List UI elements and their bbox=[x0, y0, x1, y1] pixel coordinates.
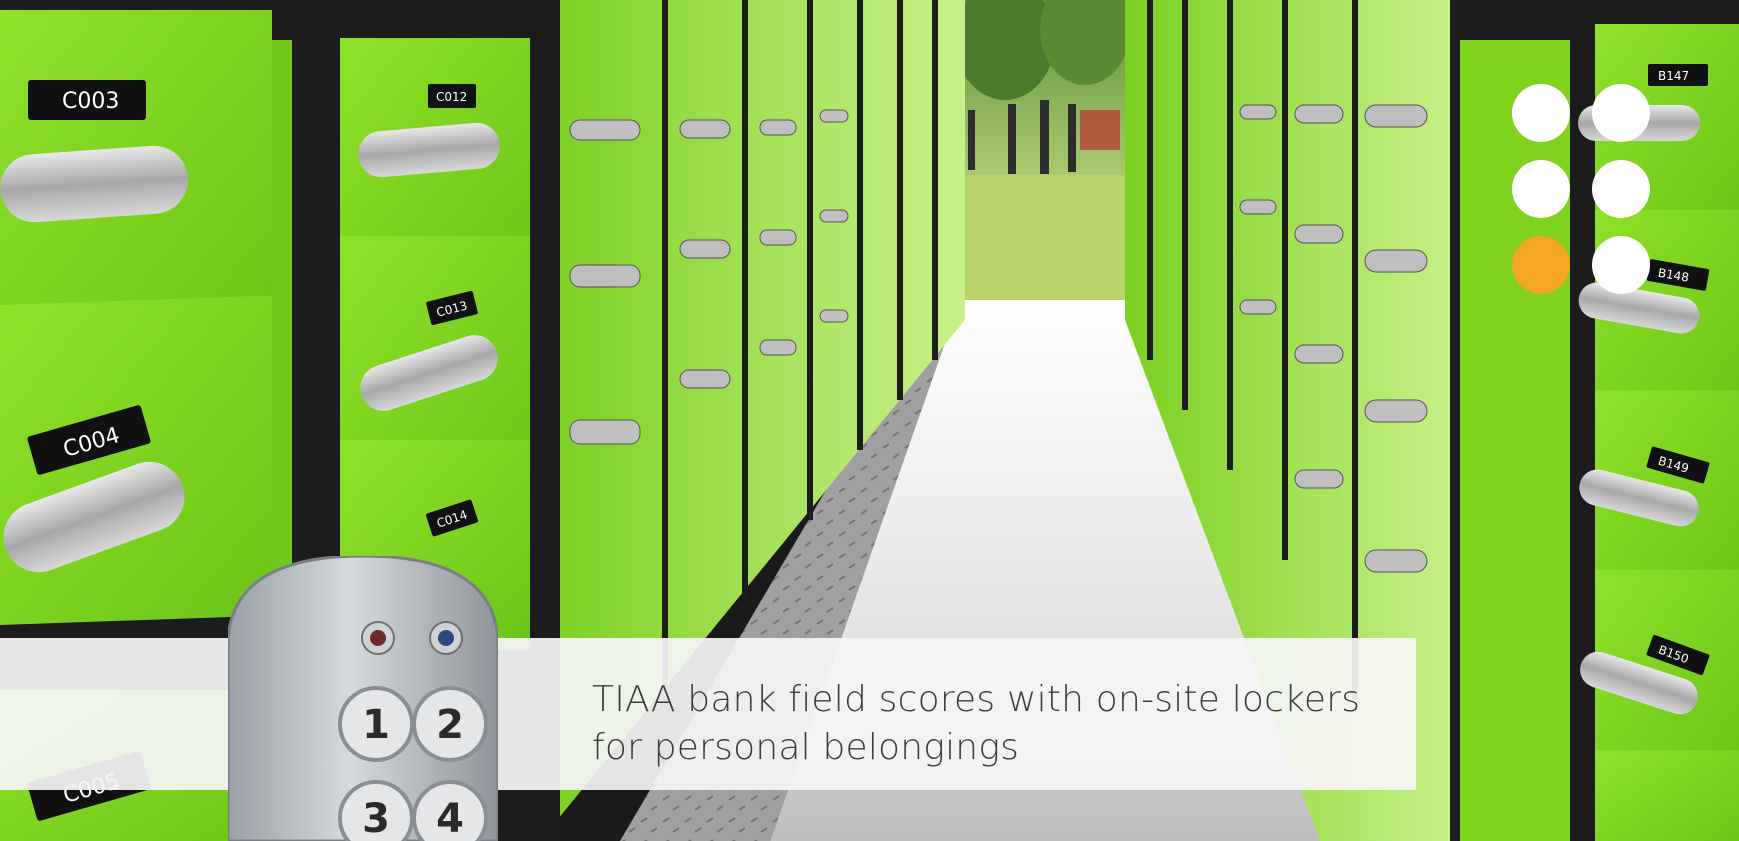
keypad-key-2: 2 bbox=[436, 702, 464, 748]
keypad-lock-image: 1 2 3 4 bbox=[228, 556, 498, 841]
label-c012: C012 bbox=[436, 90, 467, 104]
caption-line-1: TIAA bank field scores with on-site lock… bbox=[592, 679, 1361, 720]
outdoor-view bbox=[955, 0, 1130, 310]
keypad-key-3: 3 bbox=[362, 796, 390, 841]
dot-6 bbox=[1592, 236, 1650, 294]
label-c003: C003 bbox=[62, 89, 119, 114]
keypad-key-1: 1 bbox=[362, 702, 390, 748]
dot-2 bbox=[1592, 84, 1650, 142]
caption-line-2: for personal belongings bbox=[592, 727, 1020, 768]
keypad-key-4: 4 bbox=[436, 796, 464, 841]
dot-3 bbox=[1512, 160, 1570, 218]
dot-4 bbox=[1592, 160, 1650, 218]
dot-1 bbox=[1512, 84, 1570, 142]
dot-grid-logo bbox=[1512, 84, 1652, 296]
label-b147: B147 bbox=[1658, 69, 1689, 83]
dot-5 bbox=[1512, 236, 1570, 294]
caption-text: TIAA bank field scores with on-site lock… bbox=[592, 676, 1372, 772]
